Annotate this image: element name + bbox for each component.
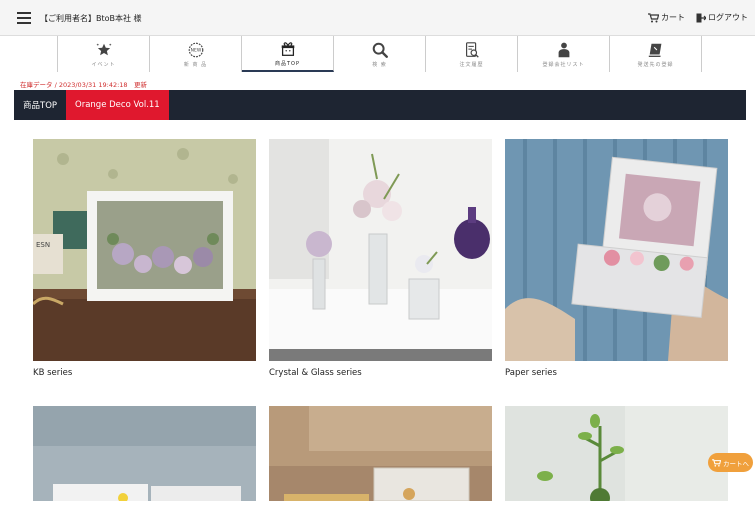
product-card[interactable]: Crystal & Glass series	[269, 139, 492, 378]
logout-label: ログアウト	[708, 13, 748, 22]
order-history-icon	[465, 41, 479, 58]
top-bar: 【ご利用者名】BtoB本社 様 カート ログアウト	[0, 0, 755, 36]
nav-label: 商品TOP	[274, 60, 300, 67]
cart-link[interactable]: カート	[648, 12, 685, 23]
nav-item-event[interactable]: イベント	[58, 36, 150, 72]
product-image-paper-series[interactable]	[505, 139, 728, 361]
event-star-icon	[96, 43, 111, 55]
new-badge-icon: NEW	[188, 42, 203, 57]
user-name-label: 【ご利用者名】BtoB本社 様	[40, 14, 142, 23]
floating-cart-button[interactable]: カートへ	[708, 453, 753, 472]
nav-label: 注文履歴	[459, 61, 484, 68]
product-image[interactable]	[505, 406, 728, 501]
nav-label: 登録会社リスト	[542, 61, 585, 68]
stock-update-text: 在庫データ / 2023/03/31 19:42:18 更新	[20, 81, 148, 89]
nav-item-registered-companies[interactable]: 登録会社リスト	[518, 36, 610, 72]
nav-item-shipping-registration[interactable]: 発送先の登録	[610, 36, 702, 72]
product-card[interactable]	[269, 406, 492, 501]
nav-item-new-products[interactable]: NEW 新 商 品	[150, 36, 242, 72]
product-caption[interactable]: Paper series	[505, 368, 728, 378]
nav-label: 検 索	[372, 61, 387, 68]
icon-nav: イベント NEW 新 商 品 商品TOP 検 索 注文履歴 登録会社リスト 発送…	[57, 36, 702, 72]
product-card[interactable]	[33, 406, 256, 501]
product-image-kb-series[interactable]: ESN	[33, 139, 256, 361]
tab-product-top[interactable]: 商品TOP	[14, 90, 66, 120]
tab-orange-deco[interactable]: Orange Deco Vol.11	[66, 90, 169, 120]
nav-label: イベント	[91, 61, 116, 68]
product-card[interactable]: ESN KB series	[33, 139, 256, 378]
nav-item-product-top[interactable]: 商品TOP	[242, 36, 334, 72]
product-card[interactable]: Paper series	[505, 139, 728, 378]
floating-cart-label: カートへ	[723, 459, 749, 468]
category-bar: 商品TOP Orange Deco Vol.11	[14, 90, 746, 120]
product-caption[interactable]: Crystal & Glass series	[269, 368, 492, 378]
product-caption[interactable]: KB series	[33, 368, 256, 378]
product-image-crystal-glass-series[interactable]	[269, 139, 492, 361]
product-image[interactable]	[269, 406, 492, 501]
svg-text:NEW: NEW	[190, 47, 201, 53]
shipping-registration-icon	[648, 43, 661, 57]
logout-link[interactable]: ログアウト	[696, 12, 748, 23]
nav-item-order-history[interactable]: 注文履歴	[426, 36, 518, 72]
gift-box-icon	[281, 41, 294, 56]
cart-icon	[648, 12, 659, 22]
search-icon	[372, 42, 388, 58]
product-card[interactable]	[505, 406, 728, 501]
person-icon	[558, 42, 569, 57]
nav-label: 発送先の登録	[637, 61, 674, 68]
logout-icon	[696, 13, 706, 22]
nav-label: 新 商 品	[183, 61, 208, 68]
product-image[interactable]	[33, 406, 256, 501]
nav-item-search[interactable]: 検 索	[334, 36, 426, 72]
cart-icon	[712, 458, 721, 467]
svg-text:ESN: ESN	[36, 241, 50, 249]
hamburger-menu-icon[interactable]	[17, 12, 31, 24]
cart-label: カート	[661, 13, 685, 22]
